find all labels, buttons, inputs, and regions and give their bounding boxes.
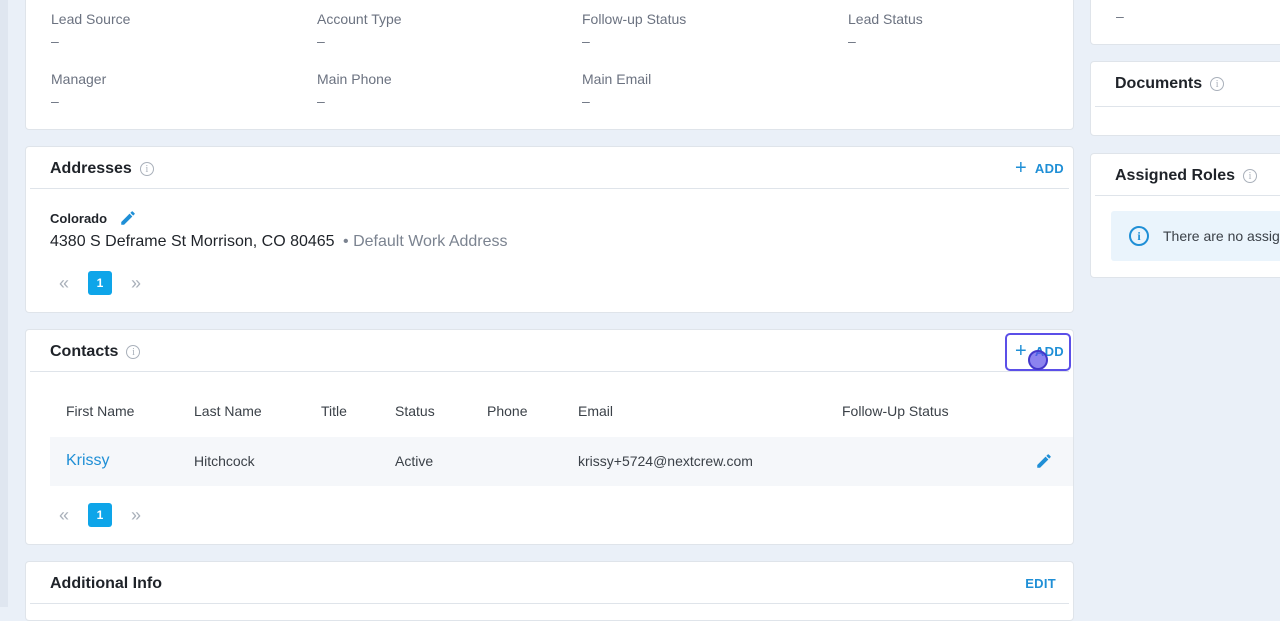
divider bbox=[30, 371, 1069, 372]
address-line: 4380 S Deframe St Morrison, CO 80465 bbox=[50, 233, 335, 250]
address-tag: • Default Work Address bbox=[343, 233, 508, 250]
info-icon[interactable]: i bbox=[139, 162, 154, 176]
column-header-last-name[interactable]: Last Name bbox=[194, 403, 262, 419]
edit-additional-info-button[interactable]: EDIT bbox=[1025, 576, 1056, 591]
documents-header: Documents i bbox=[1115, 75, 1225, 93]
column-header-status[interactable]: Status bbox=[395, 403, 435, 419]
field-value-manager: – bbox=[51, 93, 59, 109]
cursor-indicator bbox=[1028, 350, 1048, 370]
address-name: Colorado bbox=[50, 210, 108, 226]
addresses-title: Addresses bbox=[50, 160, 132, 177]
prev-page-icon[interactable]: « bbox=[52, 505, 76, 526]
addresses-header: Addresses i bbox=[50, 160, 154, 178]
assigned-roles-title: Assigned Roles bbox=[1115, 167, 1236, 184]
field-label-follow-up-status: Follow-up Status bbox=[582, 11, 687, 27]
column-header-phone[interactable]: Phone bbox=[487, 403, 527, 419]
column-header-title[interactable]: Title bbox=[321, 403, 347, 419]
contacts-title: Contacts bbox=[50, 343, 119, 360]
contacts-card: Contacts i + ADD First Name Last Name Ti… bbox=[25, 329, 1074, 545]
contacts-header: Contacts i bbox=[50, 343, 141, 361]
left-edge-strip bbox=[0, 0, 8, 607]
info-icon[interactable]: i bbox=[1210, 77, 1225, 91]
assigned-roles-card: Assigned Roles i i There are no assig bbox=[1090, 153, 1280, 278]
field-value-follow-up-status: – bbox=[582, 33, 590, 49]
pencil-icon[interactable] bbox=[119, 209, 137, 227]
plus-icon: + bbox=[1014, 157, 1027, 179]
field-label-manager: Manager bbox=[51, 71, 107, 87]
no-roles-message: There are no assig bbox=[1163, 228, 1280, 244]
field-label-account-type: Account Type bbox=[317, 11, 402, 27]
column-header-follow-up-status[interactable]: Follow-Up Status bbox=[842, 403, 949, 419]
column-header-email[interactable]: Email bbox=[578, 403, 613, 419]
documents-card: Documents i bbox=[1090, 61, 1280, 136]
field-label-lead-status: Lead Status bbox=[848, 11, 923, 27]
assigned-roles-header: Assigned Roles i bbox=[1115, 167, 1258, 185]
field-value-lead-status: – bbox=[848, 33, 856, 49]
prev-page-icon[interactable]: « bbox=[52, 273, 76, 294]
address-line-row: 4380 S Deframe St Morrison, CO 80465 • D… bbox=[50, 233, 508, 251]
next-page-icon[interactable]: » bbox=[124, 273, 148, 294]
contact-email: krissy+5724@nextcrew.com bbox=[578, 453, 753, 469]
addresses-card: Addresses i + ADD Colorado 4380 S Defram… bbox=[25, 146, 1074, 313]
field-value-lead-source: – bbox=[51, 33, 59, 49]
table-row: Krissy Hitchcock Active krissy+5724@next… bbox=[50, 437, 1073, 486]
no-roles-alert: i There are no assig bbox=[1111, 211, 1280, 261]
divider bbox=[1095, 195, 1280, 196]
field-value-main-phone: – bbox=[317, 93, 325, 109]
info-icon: i bbox=[1129, 226, 1149, 246]
field-label-main-phone: Main Phone bbox=[317, 71, 392, 87]
plus-icon: + bbox=[1014, 340, 1027, 362]
add-address-button[interactable]: + ADD bbox=[1015, 158, 1064, 178]
divider bbox=[30, 603, 1069, 604]
sidebar-top-value: – bbox=[1116, 8, 1124, 24]
documents-title: Documents bbox=[1115, 75, 1203, 92]
add-address-label: ADD bbox=[1034, 160, 1064, 176]
field-label-main-email: Main Email bbox=[582, 71, 652, 87]
address-header: Colorado bbox=[50, 209, 137, 227]
additional-info-title: Additional Info bbox=[50, 575, 162, 592]
column-header-first-name[interactable]: First Name bbox=[66, 403, 134, 419]
divider bbox=[30, 188, 1069, 189]
page-button[interactable]: 1 bbox=[88, 503, 112, 527]
info-icon[interactable]: i bbox=[126, 345, 141, 359]
field-value-account-type: – bbox=[317, 33, 325, 49]
page-button[interactable]: 1 bbox=[88, 271, 112, 295]
addresses-pagination: « 1 » bbox=[52, 271, 148, 295]
details-card: Lead Source – Account Type – Follow-up S… bbox=[25, 0, 1074, 130]
field-value-main-email: – bbox=[582, 93, 590, 109]
contact-last-name: Hitchcock bbox=[194, 453, 255, 469]
contacts-pagination: « 1 » bbox=[52, 503, 148, 527]
contact-status: Active bbox=[395, 453, 434, 469]
sidebar-top-card: – bbox=[1090, 0, 1280, 45]
additional-info-card: Additional Info EDIT bbox=[25, 561, 1074, 621]
contact-first-name-link[interactable]: Krissy bbox=[66, 452, 110, 470]
next-page-icon[interactable]: » bbox=[124, 505, 148, 526]
divider bbox=[1095, 106, 1280, 107]
field-label-lead-source: Lead Source bbox=[51, 11, 131, 27]
info-icon[interactable]: i bbox=[1243, 169, 1258, 183]
edit-contact-pencil-icon[interactable] bbox=[1035, 452, 1053, 470]
